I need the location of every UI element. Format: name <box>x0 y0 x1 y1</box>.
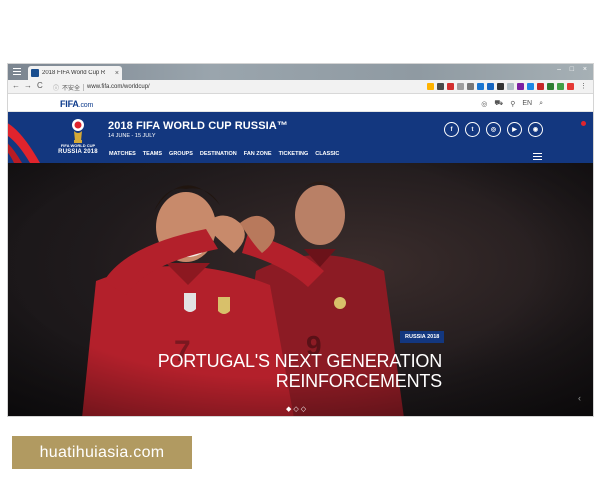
nav-item-destination[interactable]: DESTINATION <box>200 151 237 157</box>
address-bar: ← → C ⓘ 不安全 www.fifa.com/worldcup/ ⋮ <box>8 80 593 94</box>
tab-title: 2018 FIFA World Cup R <box>42 70 106 76</box>
emblem-subtitle: RUSSIA 2018 <box>58 149 98 155</box>
swoosh-decoration <box>8 123 40 163</box>
browser-tab[interactable]: 2018 FIFA World Cup R × <box>28 66 122 80</box>
extension-icon[interactable] <box>507 83 514 90</box>
cart-icon[interactable]: ⛟ <box>494 99 503 108</box>
extension-icon[interactable] <box>427 83 434 90</box>
extension-icon[interactable] <box>567 83 574 90</box>
more-menu-icon[interactable]: ⋮ <box>580 83 587 90</box>
extension-toolbar: ⋮ <box>427 83 587 90</box>
hero-headline[interactable]: PORTUGAL'S NEXT GENERATION REINFORCEMENT… <box>122 351 442 391</box>
extension-icon[interactable] <box>527 83 534 90</box>
facebook-icon[interactable]: f <box>444 122 459 137</box>
extension-icon[interactable] <box>517 83 524 90</box>
extension-icon[interactable] <box>467 83 474 90</box>
favicon-icon <box>31 69 39 77</box>
tournament-dates: 14 JUNE - 15 JULY <box>108 133 156 139</box>
hero-headline-line1: PORTUGAL'S NEXT GENERATION <box>157 351 442 371</box>
extension-icon[interactable] <box>487 83 494 90</box>
fifa-logo[interactable]: FIFA.com <box>60 99 93 109</box>
youtube-icon[interactable]: ▶ <box>507 122 522 137</box>
fifa-logo-text: FIFA <box>60 99 79 109</box>
hamburger-menu-icon[interactable] <box>533 153 542 160</box>
search-icon[interactable]: ⌕ <box>539 100 543 108</box>
hero-banner[interactable]: 9 7 RUSSIA 2018 PORTUGAL'S NE <box>8 163 593 416</box>
world-cup-header: FIFA WORLD CUP RUSSIA 2018 2018 FIFA WOR… <box>8 112 593 163</box>
instagram-icon[interactable]: ◎ <box>486 122 501 137</box>
fifa-logo-suffix: .com <box>78 102 94 109</box>
world-cup-emblem[interactable] <box>70 117 86 143</box>
hero-headline-line2: REINFORCEMENTS <box>275 371 442 391</box>
url-divider <box>83 83 85 91</box>
nav-item-ticketing[interactable]: TICKETING <box>279 151 309 157</box>
extension-icon[interactable] <box>477 83 484 90</box>
side-marker-icon <box>581 121 586 126</box>
maximize-icon[interactable]: □ <box>570 66 574 73</box>
nav-item-fan-zone[interactable]: FAN ZONE <box>244 151 272 157</box>
carousel-prev-icon[interactable]: ‹ <box>578 393 581 403</box>
extension-icon[interactable] <box>557 83 564 90</box>
social-links: f t ◎ ▶ ◉ <box>444 122 543 137</box>
info-icon[interactable]: ⓘ <box>53 83 59 92</box>
tab-strip: 2018 FIFA World Cup R × – □ × <box>8 64 593 80</box>
caption-text: huatihuiasia.com <box>39 443 165 461</box>
emblem-caption: FIFA WORLD CUP <box>60 143 96 148</box>
main-nav: MATCHES TEAMS GROUPS DESTINATION FAN ZON… <box>109 151 339 157</box>
extension-icon[interactable] <box>447 83 454 90</box>
globe-icon[interactable]: ◎ <box>481 100 487 108</box>
carousel-dots[interactable]: ◆◇◇ <box>286 405 308 413</box>
twitter-icon[interactable]: t <box>465 122 480 137</box>
tab-close-icon[interactable]: × <box>115 70 119 77</box>
fifa-top-bar: FIFA.com ◎ ⛟ ⚲ EN ⌕ <box>8 95 593 112</box>
security-label: 不安全 <box>62 85 81 92</box>
nav-item-matches[interactable]: MATCHES <box>109 151 136 157</box>
nav-item-classic[interactable]: CLASSIC <box>315 151 339 157</box>
fifa-tools: ◎ ⛟ ⚲ EN ⌕ <box>481 99 543 108</box>
extension-icon[interactable] <box>497 83 504 90</box>
category-badge[interactable]: RUSSIA 2018 <box>400 331 445 343</box>
weibo-icon[interactable]: ◉ <box>528 122 543 137</box>
extension-icon[interactable] <box>547 83 554 90</box>
extension-icon[interactable] <box>457 83 464 90</box>
url-field[interactable]: ⓘ 不安全 www.fifa.com/worldcup/ <box>53 82 273 92</box>
page-title: 2018 FIFA WORLD CUP RUSSIA™ <box>108 120 288 132</box>
tab-menu-icon[interactable] <box>13 68 21 75</box>
extension-icon[interactable] <box>537 83 544 90</box>
language-selector[interactable]: EN <box>522 100 532 107</box>
url-text: www.fifa.com/worldcup/ <box>87 84 150 90</box>
back-icon[interactable]: ← <box>12 82 20 90</box>
forward-icon[interactable]: → <box>24 82 32 90</box>
watermark-caption: huatihuiasia.com <box>12 436 192 469</box>
nav-item-teams[interactable]: TEAMS <box>143 151 162 157</box>
user-icon[interactable]: ⚲ <box>510 100 515 108</box>
window-close-icon[interactable]: × <box>583 66 587 73</box>
minimize-icon[interactable]: – <box>557 66 561 73</box>
browser-window: 2018 FIFA World Cup R × – □ × ← → C ⓘ 不安… <box>7 63 594 417</box>
reload-icon[interactable]: C <box>37 82 43 90</box>
extension-icon[interactable] <box>437 83 444 90</box>
nav-item-groups[interactable]: GROUPS <box>169 151 193 157</box>
